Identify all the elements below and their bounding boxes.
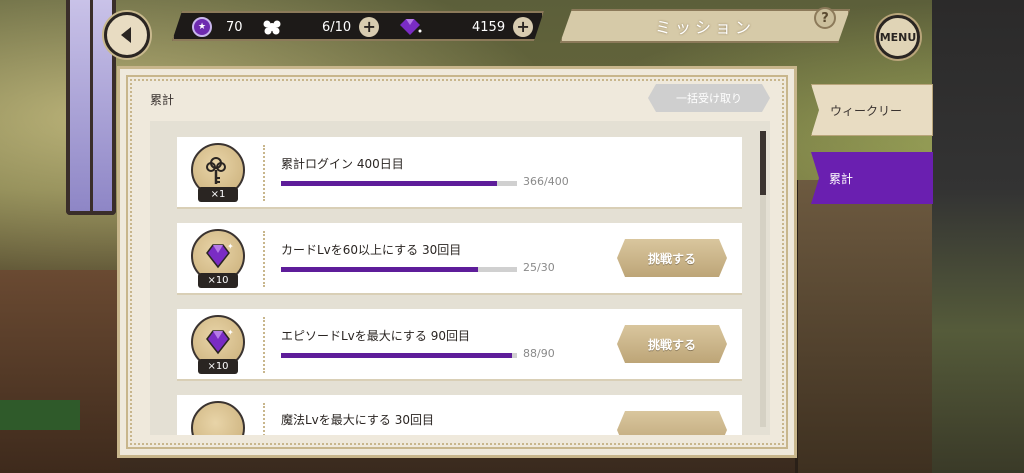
mission-name: エピソードLvを最大にする 90回目: [281, 329, 470, 343]
add-gem-button[interactable]: +: [513, 17, 533, 37]
mission-list[interactable]: ×1 累計ログイン 400日目 366/400 ✦ ×10 カードLvを60以上…: [150, 121, 770, 435]
reward-badge: ✦ ×10: [189, 229, 247, 289]
reward-circle: [191, 401, 245, 435]
purple-gem-icon: [396, 17, 424, 37]
reward-badge: ×1: [189, 143, 247, 203]
background-bookshelf: [795, 180, 935, 473]
help-icon[interactable]: ?: [814, 7, 836, 29]
mission-name: カードLvを60以上にする 30回目: [281, 243, 462, 257]
mission-name: 魔法Lvを最大にする 30回目: [281, 413, 434, 427]
scroll-thumb[interactable]: [760, 131, 766, 195]
mission-panel: 累計 一括受け取り ×1 累計ログイン 400日目 366/400 ✦ ×10 …: [117, 66, 797, 458]
mission-row: 魔法Lvを最大にする 30回目: [177, 395, 742, 435]
flower-stamina-icon: [262, 18, 282, 36]
row-divider: [263, 231, 265, 287]
tab-cumulative[interactable]: 累計: [811, 152, 933, 204]
svg-text:✦: ✦: [227, 328, 234, 337]
key-icon: [206, 157, 226, 184]
progress-bar: [281, 181, 517, 186]
background-desk: [0, 270, 120, 473]
gem-value: 4159: [472, 19, 506, 35]
progress-text: 88/90: [523, 347, 555, 360]
coin-value: 70: [226, 19, 243, 35]
progress-fill: [281, 353, 512, 358]
row-divider: [263, 317, 265, 373]
purple-gem-icon: ✦: [206, 242, 234, 269]
progress-text: 366/400: [523, 175, 569, 188]
mission-row: ✦ ×10 カードLvを60以上にする 30回目 25/30 挑戦する: [177, 223, 742, 295]
challenge-button[interactable]: 挑戦する: [617, 239, 727, 277]
menu-button[interactable]: MENU: [876, 15, 920, 59]
purple-coin-icon: ★: [192, 17, 212, 37]
background-cushion: [0, 400, 80, 430]
background-right-wall: [932, 0, 1024, 473]
challenge-button[interactable]: [617, 411, 727, 435]
reward-badge: ✦ ×10: [189, 315, 247, 375]
scrollbar[interactable]: [760, 131, 766, 427]
progress-bar: [281, 267, 517, 272]
reward-count: ×10: [198, 273, 238, 288]
reward-count: ×10: [198, 359, 238, 374]
add-stamina-button[interactable]: +: [359, 17, 379, 37]
row-divider: [263, 403, 265, 435]
progress-text: 25/30: [523, 261, 555, 274]
panel-title: 累計: [150, 93, 175, 107]
bulk-receive-button[interactable]: 一括受け取り: [648, 84, 770, 112]
progress-bar: [281, 353, 517, 358]
progress-fill: [281, 181, 497, 186]
resource-coin: ★ 70: [192, 16, 243, 38]
back-button[interactable]: [104, 12, 150, 58]
resource-stamina: 6/10 +: [262, 16, 379, 38]
resource-bar: ★ 70 6/10 + 4159 +: [172, 11, 544, 41]
stamina-value: 6/10: [322, 19, 352, 35]
mission-name: 累計ログイン 400日目: [281, 157, 404, 171]
svg-text:✦: ✦: [227, 242, 234, 251]
tab-weekly[interactable]: ウィークリー: [811, 84, 933, 136]
back-arrow-icon: [121, 27, 131, 43]
mission-row: ✦ ×10 エピソードLvを最大にする 90回目 88/90 挑戦する: [177, 309, 742, 381]
progress-fill: [281, 267, 478, 272]
reward-badge: [189, 401, 247, 435]
resource-gem: 4159 +: [396, 16, 533, 38]
challenge-button[interactable]: 挑戦する: [617, 325, 727, 363]
purple-gem-icon: ✦: [206, 328, 234, 355]
mission-row: ×1 累計ログイン 400日目 366/400: [177, 137, 742, 209]
page-title: ミッション: [560, 9, 850, 43]
reward-count: ×1: [198, 187, 238, 202]
row-divider: [263, 145, 265, 201]
